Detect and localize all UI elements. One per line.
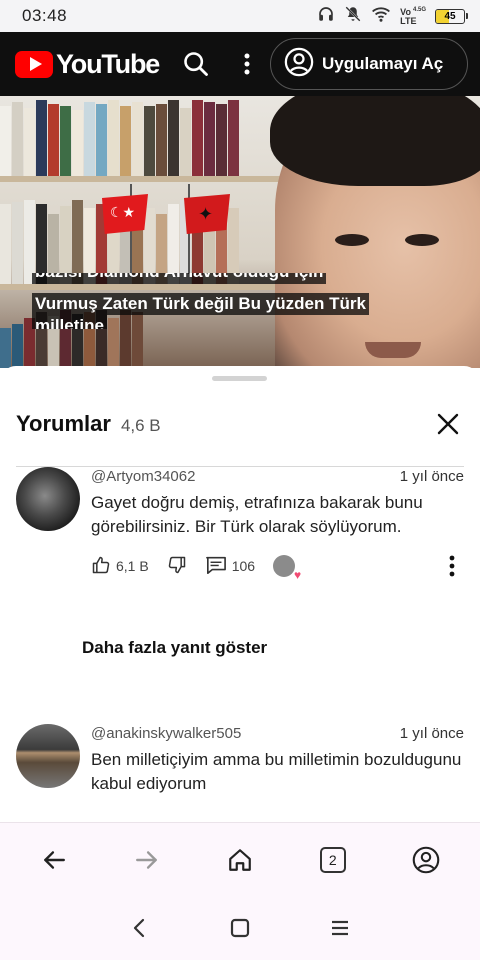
comment-text: Ben milletiçiyim amma bu milletimin bozu… <box>91 750 462 793</box>
comment-actions: 6,1 B 106 <box>91 551 464 582</box>
comment-text: Gayet doğru demiş, etrafınıza bakarak bu… <box>91 493 423 536</box>
comment-meta: @anakinskywalker505 1 yıl önce <box>91 724 464 742</box>
comment-item: @Artyom34062 1 yıl önce Gayet doğru demi… <box>16 467 464 597</box>
reply-button[interactable]: 106 <box>205 555 255 578</box>
status-icons: Vo 4.5G LTE 45 <box>317 5 468 28</box>
nav-home-icon[interactable] <box>218 906 262 950</box>
youtube-header: YouTube Uygulamayı Aç <box>0 32 480 96</box>
sheet-drag-handle[interactable] <box>212 376 267 381</box>
youtube-wordmark: YouTube <box>56 48 160 79</box>
comment-author[interactable]: @anakinskywalker505 <box>91 725 241 742</box>
comment-body: @Artyom34062 1 yıl önce Gayet doğru demi… <box>91 467 464 583</box>
comment-meta: @Artyom34062 1 yıl önce <box>91 467 464 485</box>
youtube-logo[interactable]: YouTube <box>15 48 160 80</box>
close-icon[interactable] <box>432 408 464 440</box>
battery-cap <box>466 13 468 19</box>
albanian-flag <box>184 194 230 234</box>
forward-arrow-icon[interactable] <box>125 838 169 882</box>
comment-body: @anakinskywalker505 1 yıl önce Ben mille… <box>91 724 464 796</box>
speaker-eye-left <box>335 234 369 246</box>
speaker-eye-right <box>405 234 439 246</box>
more-vert-icon[interactable] <box>440 551 464 581</box>
tab-count: 2 <box>319 846 346 873</box>
network-gen-label: 4.5G <box>412 7 426 13</box>
network-bottom-label: LTE <box>400 16 417 26</box>
avatar[interactable] <box>16 724 80 788</box>
tabs-icon[interactable]: 2 <box>311 838 355 882</box>
video-caption-line-2: milletine <box>32 315 107 329</box>
dislike-button[interactable] <box>167 555 187 578</box>
profile-icon[interactable] <box>404 838 448 882</box>
comments-header: Yorumlar 4,6 B <box>0 396 480 452</box>
shelf-plank-top <box>0 176 300 182</box>
wifi-icon <box>371 5 391 28</box>
youtube-play-icon <box>15 50 53 78</box>
like-button[interactable]: 6,1 B <box>91 555 149 578</box>
status-time: 03:48 <box>22 6 68 25</box>
headphones-icon <box>317 5 335 28</box>
video-caption-partial: bazısı Diamond Arnavut olduğu için <box>32 273 327 284</box>
battery-icon: 45 <box>435 8 465 24</box>
comment-author[interactable]: @Artyom34062 <box>91 468 195 485</box>
network-indicator: Vo 4.5G LTE <box>400 6 426 26</box>
comments-count: 4,6 B <box>120 415 161 435</box>
comment-time: 1 yıl önce <box>399 724 464 742</box>
video-player[interactable]: bazısı Diamond Arnavut olduğu için Vurmu… <box>0 96 480 368</box>
back-arrow-icon[interactable] <box>32 838 76 882</box>
comments-sheet: Yorumlar 4,6 B @Artyom34062 1 yıl önce G… <box>0 366 480 822</box>
turkish-flag <box>102 194 148 234</box>
reply-count: 106 <box>231 558 256 574</box>
more-replies-link[interactable]: Daha fazla yanıt göster <box>82 638 267 658</box>
creator-heart-badge <box>273 555 301 582</box>
speaker-hair <box>270 96 480 186</box>
battery-level: 45 <box>444 10 456 22</box>
speaker-mouth <box>365 342 421 358</box>
system-navigation-bar <box>0 896 480 960</box>
comment-item: @anakinskywalker505 1 yıl önce Ben mille… <box>16 724 464 822</box>
status-bar: 03:48 Vo 4.5G LTE 45 <box>0 0 480 32</box>
comments-title: Yorumlar <box>16 411 111 436</box>
dislike-icon <box>167 555 187 578</box>
more-vert-icon[interactable] <box>235 47 259 81</box>
shelf-plank-middle <box>0 284 300 290</box>
open-app-button[interactable]: Uygulamayı Aç <box>270 38 468 90</box>
search-icon[interactable] <box>179 47 213 81</box>
like-count: 6,1 B <box>116 558 149 574</box>
account-icon <box>284 47 314 82</box>
video-caption-line-1: Vurmuş Zaten Türk değil Bu yüzden Türk <box>32 293 369 315</box>
like-icon <box>91 555 111 578</box>
mute-icon <box>344 5 362 28</box>
nav-menu-icon[interactable] <box>318 906 362 950</box>
open-app-label: Uygulamayı Aç <box>322 54 444 73</box>
avatar[interactable] <box>16 467 80 531</box>
browser-toolbar: 2 <box>0 822 480 896</box>
nav-back-icon[interactable] <box>118 906 162 950</box>
comment-time: 1 yıl önce <box>399 467 464 485</box>
bookshelf-row-top <box>0 100 240 176</box>
home-icon[interactable] <box>218 838 262 882</box>
reply-icon <box>205 555 227 578</box>
